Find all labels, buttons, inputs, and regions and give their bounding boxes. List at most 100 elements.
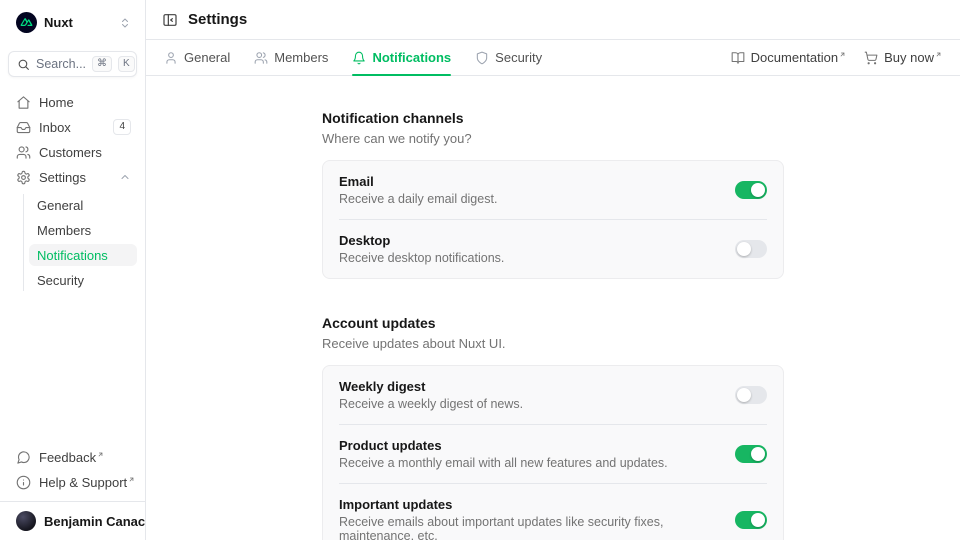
setting-label: Important updates	[339, 497, 719, 512]
tab-general[interactable]: General	[164, 40, 230, 75]
setting-text: Product updates Receive a monthly email …	[339, 438, 668, 470]
cart-icon	[864, 51, 878, 65]
chat-bubble-icon	[16, 450, 31, 465]
user-menu[interactable]: Benjamin Canac	[0, 501, 145, 540]
section-description: Receive updates about Nuxt UI.	[322, 336, 784, 351]
settings-card: Weekly digest Receive a weekly digest of…	[322, 365, 784, 540]
setting-text: Weekly digest Receive a weekly digest of…	[339, 379, 523, 411]
settings-card: Email Receive a daily email digest. Desk…	[322, 160, 784, 279]
section-account-updates: Account updates Receive updates about Nu…	[322, 315, 784, 540]
page-title: Settings	[188, 11, 247, 28]
desktop-toggle[interactable]	[735, 240, 767, 258]
setting-row-product-updates: Product updates Receive a monthly email …	[323, 425, 783, 483]
tab-label: Members	[274, 50, 328, 65]
shield-icon	[475, 51, 489, 65]
toggle-knob	[751, 183, 765, 197]
documentation-label: Documentation	[751, 50, 846, 65]
main-panel: Settings General Members Notifications	[146, 0, 960, 540]
toggle-knob	[751, 513, 765, 527]
external-link-icon	[935, 51, 942, 58]
sidebar-item-home[interactable]: Home	[8, 91, 137, 113]
sidebar-collapse-icon[interactable]	[162, 12, 178, 28]
setting-label: Weekly digest	[339, 379, 523, 394]
book-open-icon	[731, 51, 745, 65]
feedback-link[interactable]: Feedback	[8, 446, 137, 468]
setting-description: Receive a weekly digest of news.	[339, 397, 523, 411]
kbd-meta: ⌘	[92, 56, 112, 72]
external-link-icon	[839, 51, 846, 58]
kbd-k: K	[118, 56, 135, 72]
setting-row-desktop: Desktop Receive desktop notifications.	[323, 220, 783, 278]
section-title: Notification channels	[322, 110, 784, 126]
buy-now-button[interactable]: Buy now	[864, 50, 942, 65]
home-icon	[16, 95, 31, 110]
tab-bar: General Members Notifications Security	[146, 40, 960, 76]
sidebar-item-general[interactable]: General	[29, 194, 137, 216]
avatar	[16, 511, 36, 531]
setting-label: Email	[339, 174, 497, 189]
search-icon	[17, 58, 30, 71]
external-link-icon	[128, 476, 135, 483]
weekly-digest-toggle[interactable]	[735, 386, 767, 404]
help-support-label: Help & Support	[39, 475, 135, 490]
sidebar-item-label: Security	[37, 273, 84, 288]
sidebar-item-customers[interactable]: Customers	[8, 141, 137, 163]
product-updates-toggle[interactable]	[735, 445, 767, 463]
documentation-link[interactable]: Documentation	[731, 50, 846, 65]
users-icon	[254, 51, 268, 65]
setting-description: Receive a monthly email with all new fea…	[339, 456, 668, 470]
help-support-link[interactable]: Help & Support	[8, 471, 137, 493]
setting-description: Receive emails about important updates l…	[339, 515, 719, 540]
external-link-icon	[97, 451, 104, 458]
setting-row-email: Email Receive a daily email digest.	[323, 161, 783, 219]
sidebar-item-notifications[interactable]: Notifications	[29, 244, 137, 266]
info-circle-icon	[16, 475, 31, 490]
toggle-knob	[751, 447, 765, 461]
tab-notifications[interactable]: Notifications	[352, 40, 451, 75]
setting-label: Product updates	[339, 438, 668, 453]
sidebar-footer-links: Feedback Help & Support	[8, 446, 137, 501]
sidebar-item-label: Inbox	[39, 120, 105, 135]
setting-description: Receive desktop notifications.	[339, 251, 504, 265]
search-placeholder: Search...	[36, 57, 86, 71]
sidebar-item-label: General	[37, 198, 83, 213]
feedback-label: Feedback	[39, 450, 131, 465]
sidebar-item-settings[interactable]: Settings	[8, 166, 137, 188]
setting-text: Email Receive a daily email digest.	[339, 174, 497, 206]
user-name: Benjamin Canac	[44, 514, 145, 529]
sidebar-nav: Home Inbox 4 Customers Settings	[8, 91, 137, 291]
section-notification-channels: Notification channels Where can we notif…	[322, 110, 784, 279]
tab-label: General	[184, 50, 230, 65]
sidebar-item-label: Notifications	[37, 248, 108, 263]
inbox-icon	[16, 120, 31, 135]
inbox-count-badge: 4	[113, 119, 131, 135]
sidebar-item-label: Settings	[39, 170, 111, 185]
tab-members[interactable]: Members	[254, 40, 328, 75]
users-icon	[16, 145, 31, 160]
setting-text: Important updates Receive emails about i…	[339, 497, 719, 540]
tab-security[interactable]: Security	[475, 40, 542, 75]
team-switcher[interactable]: Nuxt	[8, 10, 137, 35]
search-input[interactable]: Search... ⌘ K	[8, 51, 137, 77]
sidebar-spacer	[8, 291, 137, 446]
setting-row-weekly-digest: Weekly digest Receive a weekly digest of…	[323, 366, 783, 424]
setting-row-important-updates: Important updates Receive emails about i…	[323, 484, 783, 540]
sidebar-item-members[interactable]: Members	[29, 219, 137, 241]
bell-icon	[352, 51, 366, 65]
team-name: Nuxt	[44, 15, 112, 30]
sidebar-item-inbox[interactable]: Inbox 4	[8, 116, 137, 138]
tab-label: Notifications	[372, 50, 451, 65]
setting-text: Desktop Receive desktop notifications.	[339, 233, 504, 265]
sidebar: Nuxt Search... ⌘ K Home	[0, 0, 146, 540]
sidebar-item-security[interactable]: Security	[29, 269, 137, 291]
nuxt-logo-icon	[16, 12, 37, 33]
section-description: Where can we notify you?	[322, 131, 784, 146]
section-title: Account updates	[322, 315, 784, 331]
toggle-knob	[737, 242, 751, 256]
email-toggle[interactable]	[735, 181, 767, 199]
app-root: Nuxt Search... ⌘ K Home	[0, 0, 960, 540]
important-updates-toggle[interactable]	[735, 511, 767, 529]
toggle-knob	[737, 388, 751, 402]
page-header: Settings	[146, 0, 960, 40]
tab-label: Security	[495, 50, 542, 65]
